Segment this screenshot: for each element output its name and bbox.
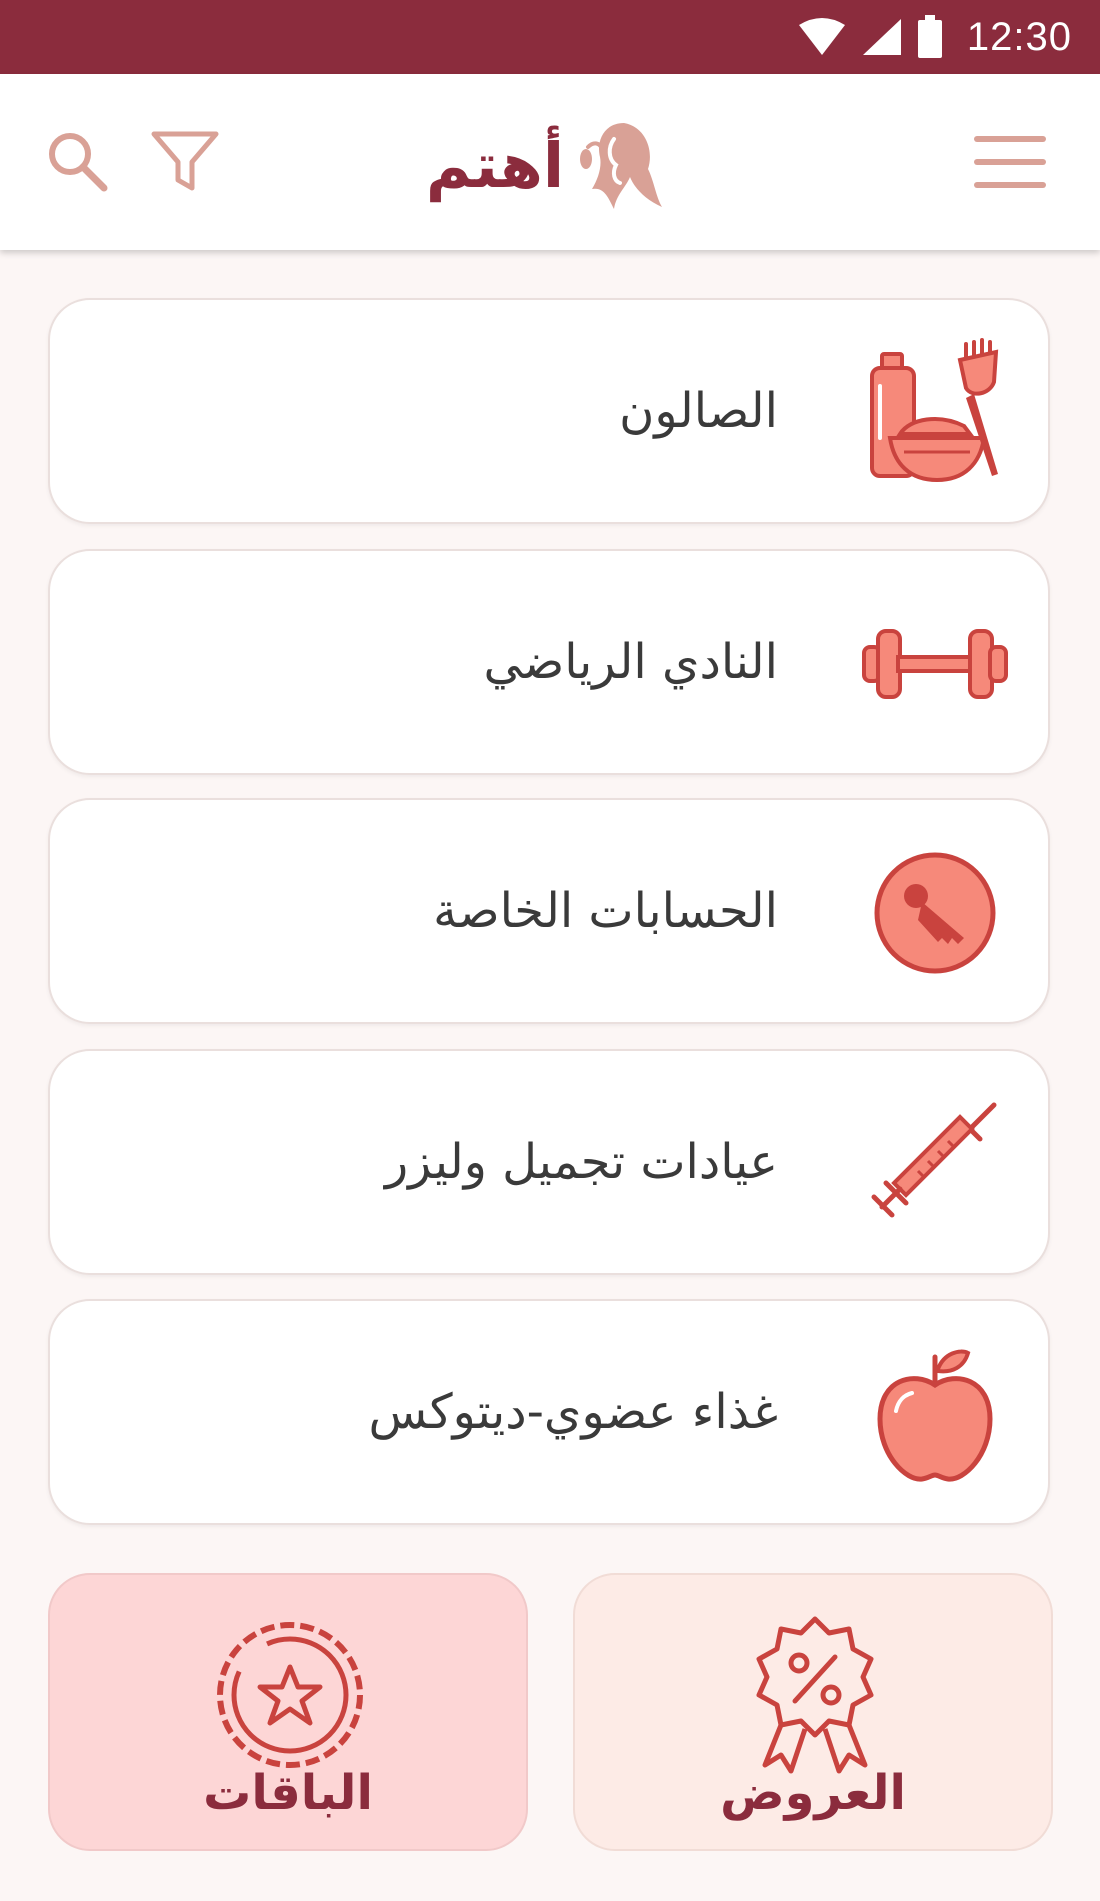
star-badge-icon <box>217 1622 363 1768</box>
category-label: غذاء عضوي-ديتوكس <box>368 1384 778 1440</box>
dumbbell-icon <box>862 629 1008 699</box>
search-icon[interactable] <box>44 128 110 194</box>
app-bar: أهتم <box>0 74 1100 250</box>
woman-silhouette-icon <box>580 123 663 209</box>
signal-icon <box>862 19 901 55</box>
category-card-salon[interactable]: الصالون <box>48 298 1050 524</box>
hamburger-menu-icon[interactable] <box>972 134 1048 190</box>
salon-products-icon <box>870 338 999 483</box>
category-label: الصالون <box>619 383 778 439</box>
category-card-clinics[interactable]: عيادات تجميل وليزر <box>48 1049 1050 1275</box>
app-logo: أهتم <box>420 110 680 220</box>
status-time: 12:30 <box>966 14 1072 59</box>
wifi-icon <box>798 18 845 55</box>
percent-badge-icon <box>756 1616 874 1774</box>
category-card-organic-food[interactable]: غذاء عضوي-ديتوكس <box>48 1299 1050 1525</box>
category-card-gym[interactable]: النادي الرياضي <box>48 549 1050 775</box>
category-label: الحسابات الخاصة <box>433 883 778 939</box>
category-list: الصالون النادي الرياضي الحسابات الخاصة ع… <box>0 250 1100 1901</box>
offers-label: العروض <box>720 1765 906 1821</box>
packages-label: الباقات <box>203 1765 373 1821</box>
syringe-icon <box>871 1102 997 1218</box>
status-bar: 12:30 <box>0 0 1100 74</box>
apple-icon <box>877 1349 993 1482</box>
filter-icon[interactable] <box>150 128 220 194</box>
battery-icon <box>917 15 942 58</box>
logo-text: أهتم <box>425 128 565 202</box>
offers-tile[interactable]: العروض <box>573 1573 1053 1851</box>
category-label: عيادات تجميل وليزر <box>384 1134 778 1190</box>
key-icon <box>874 852 996 974</box>
packages-tile[interactable]: الباقات <box>48 1573 528 1851</box>
category-card-private-accounts[interactable]: الحسابات الخاصة <box>48 798 1050 1024</box>
category-label: النادي الرياضي <box>483 634 778 690</box>
